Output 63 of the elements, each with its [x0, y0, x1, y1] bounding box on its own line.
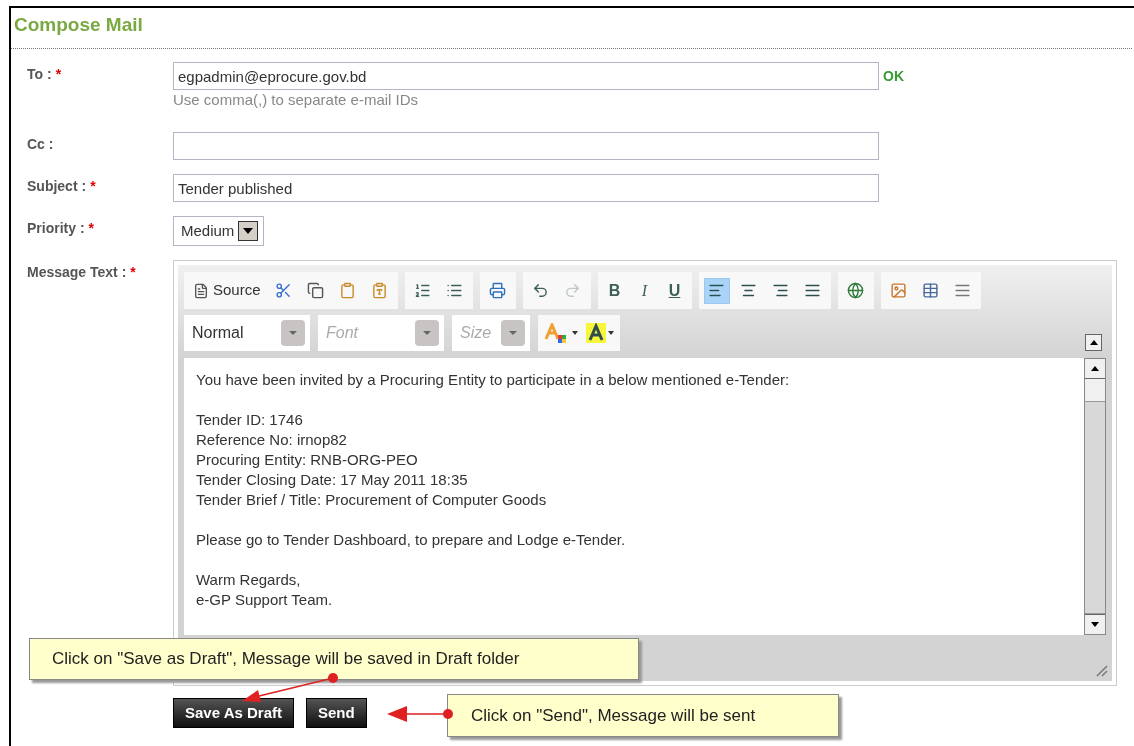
field-label: To :	[27, 65, 52, 84]
text-field[interactable]: egpadmin@eprocure.gov.bd	[173, 62, 879, 90]
image-icon	[890, 282, 908, 299]
text-color-button[interactable]	[544, 323, 578, 343]
scissors-icon	[275, 282, 293, 299]
message-line: Warm Regards,	[196, 570, 302, 590]
globe-icon	[847, 282, 865, 299]
format-dropdown[interactable]: Normal	[184, 315, 310, 351]
text-field[interactable]	[173, 132, 879, 160]
document-icon	[193, 282, 209, 299]
message-line: Reference No: irnop82	[196, 430, 348, 450]
underline-button[interactable]: U	[662, 278, 687, 303]
callout-box: Click on "Save as Draft", Message will be saved in Draft folder	[29, 638, 639, 680]
message-line: Tender ID: 1746	[196, 410, 304, 430]
field-label: Subject :	[27, 177, 87, 196]
highlight-color-icon	[586, 323, 606, 343]
italic-button[interactable]: I	[632, 278, 657, 303]
field-label: Priority :	[27, 219, 85, 238]
message-line: Procuring Entity: RNB-ORG-PEO	[196, 450, 419, 470]
page-title: Compose Mail	[13, 13, 144, 37]
align-justify-icon	[804, 282, 822, 299]
align-center-icon	[740, 282, 758, 299]
message-line: Tender Brief / Title: Procurement of Computer Goods	[196, 490, 548, 510]
collapse-toolbar-icon[interactable]	[1085, 334, 1102, 351]
horizontal-lines-icon	[954, 282, 972, 299]
message-line: e-GP Support Team.	[196, 590, 334, 610]
pointer-arrow	[387, 706, 453, 722]
hint-text: Use comma(,) to separate e-mail IDs	[173, 90, 420, 110]
bold-button[interactable]: B	[602, 278, 627, 303]
resize-handle-icon[interactable]	[1094, 663, 1108, 677]
required-marker: *	[130, 263, 136, 282]
table-icon	[922, 282, 940, 299]
source-button[interactable]: Source	[189, 278, 265, 303]
callout-box: Click on "Send", Message will be sent	[447, 694, 839, 737]
send-button[interactable]: Send	[306, 698, 367, 728]
align-left-button[interactable]	[703, 277, 730, 304]
message-line: Please go to Tender Dashboard, to prepare and Lodge e-Tender.	[196, 530, 627, 550]
align-right-icon	[772, 282, 790, 299]
clipboard-icon	[339, 282, 357, 299]
message-line: You have been invited by a Procuring Entity to participate in a below mentioned e-Tender:	[196, 370, 791, 390]
undo-icon	[532, 282, 550, 299]
printer-icon	[489, 282, 507, 299]
message-body[interactable]	[184, 358, 1084, 635]
field-label: Message Text :	[27, 263, 127, 282]
caret-icon	[608, 331, 614, 335]
clipboard-icon	[371, 282, 389, 299]
required-marker: *	[55, 65, 62, 84]
priority-dropdown[interactable]: Medium	[173, 216, 265, 246]
numbered-list-icon	[414, 282, 432, 299]
redo-icon	[564, 282, 582, 299]
message-line: Tender Closing Date: 17 May 2011 18:35	[196, 470, 469, 490]
align-left-icon	[708, 282, 726, 299]
bullet-list-icon	[446, 282, 464, 299]
caret-icon	[572, 331, 578, 335]
scrollbar[interactable]	[1084, 358, 1106, 635]
field-label: Cc :	[27, 135, 54, 154]
required-marker: *	[90, 177, 96, 196]
text-field[interactable]: Tender published	[173, 174, 879, 202]
highlight-color-button[interactable]	[586, 323, 614, 343]
copy-icon	[307, 282, 325, 299]
save-draft-button[interactable]: Save As Draft	[173, 698, 294, 728]
status-text: OK	[883, 67, 904, 86]
required-marker: *	[88, 219, 95, 238]
